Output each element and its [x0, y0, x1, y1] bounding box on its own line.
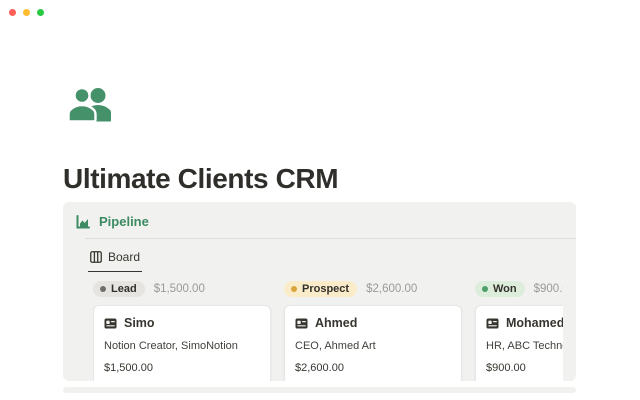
contact-card-icon [486, 318, 499, 329]
pipeline-panel: Pipeline Board Lead $1,500.00 Simo Notion C… [63, 202, 576, 381]
card-name: Ahmed [315, 316, 357, 330]
chart-increasing-icon [76, 215, 90, 229]
card-amount: $2,600.00 [295, 362, 451, 374]
status-pill: Lead [93, 281, 145, 297]
card-amount: $900.00 [486, 362, 563, 374]
board-column: Prospect $2,600.00 Ahmed CEO, Ahmed Art $2,6… [284, 280, 464, 381]
card-amount: $1,500.00 [104, 362, 260, 374]
card-subtitle: Notion Creator, SimoNotion [104, 340, 260, 352]
minimize-button[interactable] [23, 9, 30, 16]
contact-card-icon [295, 318, 308, 329]
card-name: Simo [124, 316, 155, 330]
card-subtitle: HR, ABC Technology [486, 340, 563, 352]
status-label: Won [493, 283, 517, 295]
column-sum: $1,500.00 [154, 283, 205, 295]
status-dot-icon [291, 286, 297, 292]
people-icon[interactable] [69, 85, 111, 129]
board-column: Won $900.00 Mohamed HR, ABC Technology $900.… [475, 280, 563, 381]
next-section-panel [63, 387, 576, 393]
board-card[interactable]: Simo Notion Creator, SimoNotion $1,500.00 [93, 305, 271, 381]
pipeline-title: Pipeline [99, 214, 149, 229]
card-name-row: Simo [104, 316, 260, 330]
board-card[interactable]: Mohamed HR, ABC Technology $900.00 [475, 305, 563, 381]
column-sum: $2,600.00 [366, 283, 417, 295]
card-subtitle: CEO, Ahmed Art [295, 340, 451, 352]
board-column-header[interactable]: Lead $1,500.00 [93, 280, 273, 298]
tab-board-label: Board [108, 250, 140, 264]
view-tabs: Board [63, 239, 576, 272]
card-name-row: Ahmed [295, 316, 451, 330]
board-columns-icon [90, 251, 102, 263]
board-column: Lead $1,500.00 Simo Notion Creator, SimoNot… [93, 280, 273, 381]
status-dot-icon [100, 286, 106, 292]
window-controls [9, 9, 44, 16]
status-pill: Prospect [284, 281, 357, 297]
board-column-header[interactable]: Prospect $2,600.00 [284, 280, 464, 298]
status-dot-icon [482, 286, 488, 292]
status-label: Prospect [302, 283, 349, 295]
close-button[interactable] [9, 9, 16, 16]
card-name: Mohamed [506, 316, 563, 330]
board-column-header[interactable]: Won $900.00 [475, 280, 563, 298]
column-sum: $900.00 [534, 283, 563, 295]
pipeline-header[interactable]: Pipeline [63, 202, 576, 238]
status-label: Lead [111, 283, 137, 295]
board-card[interactable]: Ahmed CEO, Ahmed Art $2,600.00 [284, 305, 462, 381]
board: Lead $1,500.00 Simo Notion Creator, SimoNot… [93, 280, 563, 381]
status-pill: Won [475, 281, 525, 297]
zoom-button[interactable] [37, 9, 44, 16]
page-title[interactable]: Ultimate Clients CRM [63, 163, 338, 195]
contact-card-icon [104, 318, 117, 329]
tab-board[interactable]: Board [88, 248, 142, 272]
card-name-row: Mohamed [486, 316, 563, 330]
